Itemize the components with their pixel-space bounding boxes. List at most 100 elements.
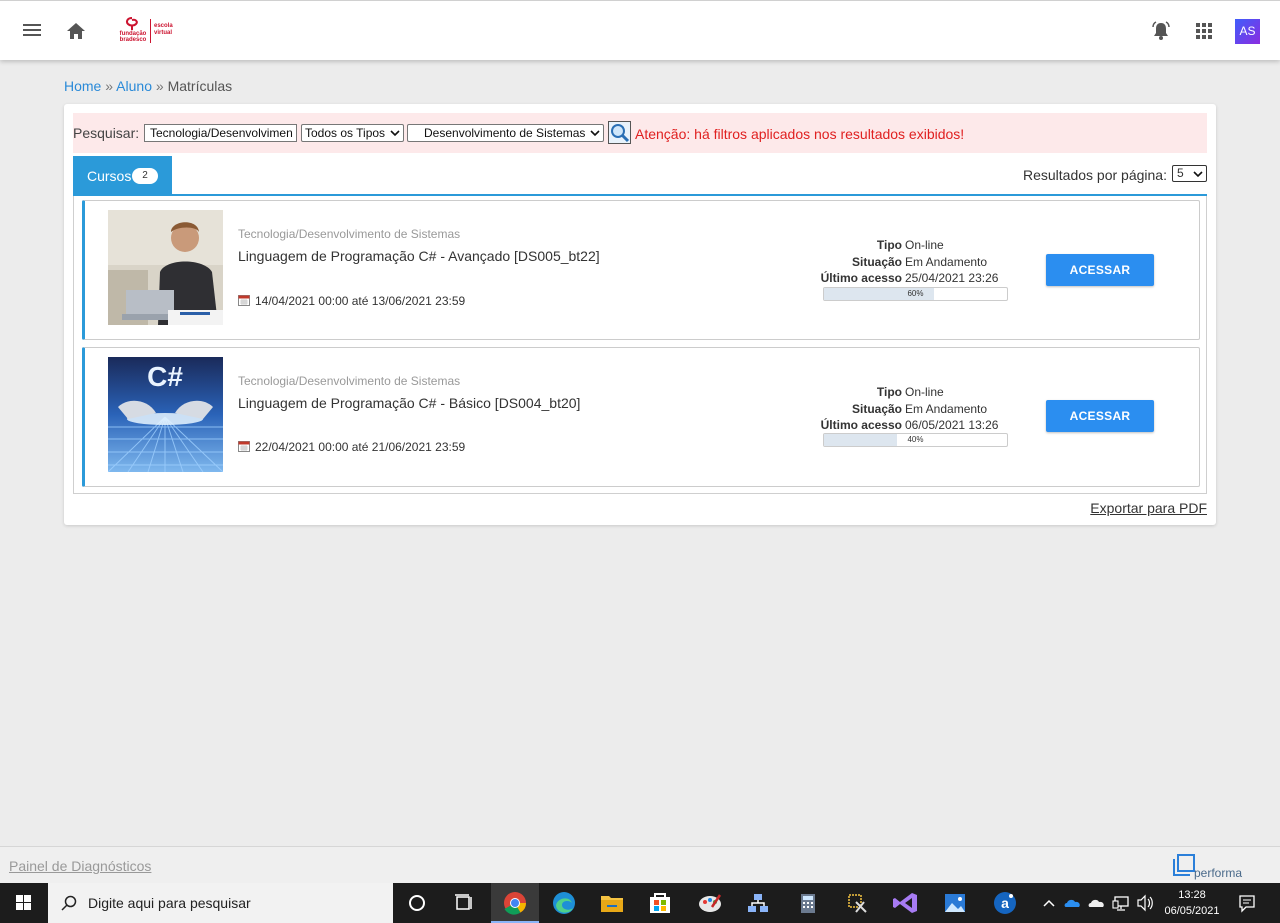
apps-grid-icon[interactable] (1196, 23, 1212, 39)
course-progress-bar: 40% (823, 433, 1008, 447)
cloud-icon[interactable] (1086, 883, 1108, 923)
clock-time: 13:28 (1178, 889, 1206, 901)
type-select[interactable]: Todos os Tipos (301, 124, 404, 142)
accessibility-app-icon[interactable]: a (981, 883, 1029, 923)
fundacao-bradesco-logo[interactable]: fundação bradesco escola virtual (118, 17, 178, 47)
course-area: Tecnologia/Desenvolvimento de Sistemas (238, 227, 461, 241)
taskbar-search-box[interactable]: Digite aqui para pesquisar (48, 883, 393, 923)
type-select-value: Todos os Tipos (305, 126, 386, 140)
situacao-value: Em Andamento (905, 254, 988, 269)
tab-cursos-count-badge: 2 (132, 168, 158, 184)
breadcrumb-aluno-link[interactable]: Aluno (116, 78, 152, 94)
situacao-label: Situação (851, 254, 902, 269)
ultimo-acesso-label: Último acesso (820, 271, 902, 285)
course-dates: 22/04/2021 00:00 até 21/06/2021 23:59 (238, 440, 465, 454)
taskbar-clock[interactable]: 13:28 06/05/2021 (1160, 887, 1224, 919)
clock-date: 06/05/2021 (1164, 905, 1220, 917)
notification-center-icon[interactable] (1234, 883, 1260, 923)
chevron-down-icon (590, 130, 600, 137)
user-avatar[interactable]: AS (1235, 19, 1260, 44)
enrollments-card: Pesquisar: Tecnologia/Desenvolvimen Todo… (64, 104, 1216, 525)
course-thumbnail[interactable] (108, 210, 223, 325)
menu-icon[interactable] (20, 19, 44, 43)
performa-logo-icon (1173, 854, 1195, 876)
search-label: Pesquisar: (73, 125, 140, 141)
calculator-icon[interactable] (784, 883, 832, 923)
notifications-bell-icon[interactable] (1150, 20, 1172, 42)
course-list: Tecnologia/Desenvolvimento de Sistemas L… (73, 196, 1207, 494)
windows-start-icon[interactable] (0, 883, 48, 923)
tipo-label: Tipo (876, 238, 902, 252)
tipo-label: Tipo (876, 385, 902, 399)
magnifier-icon (611, 124, 630, 143)
breadcrumb-home-link[interactable]: Home (64, 78, 101, 94)
logo-divider (150, 19, 151, 43)
course-progress-bar: 60% (823, 287, 1008, 301)
windows-taskbar: Digite aqui para pesquisar a 13:28 06/05… (0, 883, 1280, 923)
page-footer: Painel de Diagnósticos performa (0, 846, 1280, 883)
file-explorer-icon[interactable] (588, 883, 636, 923)
breadcrumb-separator: » (105, 78, 114, 94)
course-thumbnail[interactable]: C# (108, 357, 223, 472)
diagnostics-panel-link[interactable]: Painel de Diagnósticos (9, 858, 151, 874)
course-dates-text: 14/04/2021 00:00 até 13/06/2021 23:59 (255, 294, 466, 308)
top-app-bar: fundação bradesco escola virtual AS (0, 0, 1280, 60)
cortana-icon[interactable] (393, 883, 441, 923)
situacao-label: Situação (851, 401, 902, 416)
dev-tools-icon[interactable] (834, 883, 882, 923)
tab-cursos[interactable]: Cursos 2 (73, 156, 172, 194)
breadcrumb: Home » Aluno » Matrículas (64, 78, 232, 94)
logo-right-text: escola virtual (154, 23, 173, 36)
filter-bar: Pesquisar: Tecnologia/Desenvolvimen Todo… (73, 113, 1207, 153)
course-dates-text: 22/04/2021 00:00 até 21/06/2021 23:59 (255, 440, 466, 454)
taskbar-search-placeholder: Digite aqui para pesquisar (88, 895, 251, 911)
course-title[interactable]: Linguagem de Programação C# - Avançado [… (238, 248, 600, 264)
home-icon[interactable] (64, 19, 88, 43)
search-button[interactable] (608, 121, 631, 144)
area-select[interactable]: Desenvolvimento de Sistemas (407, 124, 604, 142)
volume-icon[interactable] (1134, 883, 1156, 923)
task-view-icon[interactable] (440, 883, 488, 923)
tabs-row: Cursos 2 Resultados por página: 5 (73, 156, 1207, 196)
ultimo-acesso-label: Último acesso (820, 418, 902, 432)
course-meta: Tipo On-line Situação Em Andamento Último … (801, 384, 1011, 434)
tray-chevron-up-icon[interactable] (1040, 883, 1058, 923)
per-page-select[interactable]: 5 (1172, 165, 1207, 182)
network-diagram-app-icon[interactable] (734, 883, 782, 923)
logo-left-text: fundação bradesco (119, 31, 147, 43)
svg-text:C#: C# (147, 361, 183, 392)
course-meta: Tipo On-line Situação Em Andamento Último … (801, 237, 1011, 287)
chrome-icon[interactable] (491, 883, 539, 923)
tipo-value: On-line (905, 385, 944, 399)
performa-brand: performa (1194, 866, 1243, 880)
edge-icon[interactable] (540, 883, 588, 923)
network-icon[interactable] (1110, 883, 1132, 923)
search-input[interactable]: Tecnologia/Desenvolvimen (144, 124, 297, 142)
bradesco-swirl-icon (126, 17, 138, 30)
course-card: C# Tecnologia/Desenvolvimento de Sistema… (82, 347, 1200, 487)
visual-studio-icon[interactable] (882, 883, 930, 923)
breadcrumb-current: Matrículas (167, 78, 233, 94)
photos-icon[interactable] (931, 883, 979, 923)
search-icon (61, 895, 77, 911)
breadcrumb-separator: » (155, 78, 164, 94)
filters-warning: Atenção: há filtros aplicados nos result… (635, 126, 965, 142)
svg-text:a: a (1001, 895, 1009, 911)
course-card: Tecnologia/Desenvolvimento de Sistemas L… (82, 200, 1200, 340)
chevron-down-icon (1193, 171, 1203, 178)
course-title[interactable]: Linguagem de Programação C# - Básico [DS… (238, 395, 580, 411)
chevron-down-icon (390, 130, 400, 137)
course-dates: 14/04/2021 00:00 até 13/06/2021 23:59 (238, 294, 465, 308)
onedrive-icon[interactable] (1062, 883, 1084, 923)
per-page-value: 5 (1177, 166, 1184, 180)
paint-app-icon[interactable] (686, 883, 734, 923)
acessar-button[interactable]: ACESSAR (1046, 254, 1154, 286)
ultimo-acesso-value: 25/04/2021 23:26 (905, 271, 999, 285)
per-page-label: Resultados por página: (1023, 167, 1167, 183)
store-icon[interactable] (636, 883, 684, 923)
course-area: Tecnologia/Desenvolvimento de Sistemas (238, 374, 461, 388)
export-pdf-link[interactable]: Exportar para PDF (1090, 500, 1207, 516)
situacao-value: Em Andamento (905, 401, 988, 416)
acessar-button[interactable]: ACESSAR (1046, 400, 1154, 432)
tipo-value: On-line (905, 238, 944, 252)
